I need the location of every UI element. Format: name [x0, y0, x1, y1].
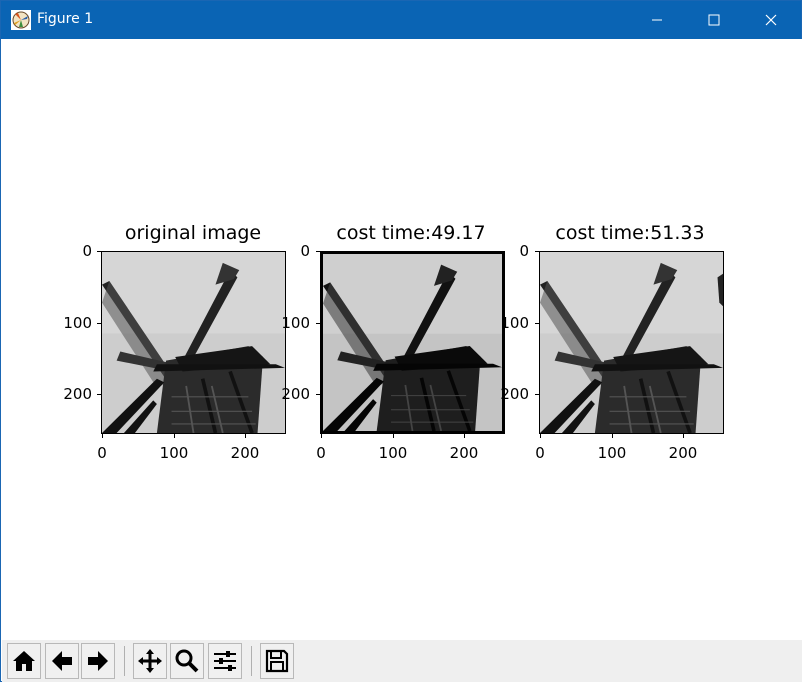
x-tick-label: 100 — [597, 444, 627, 462]
toolbar-separator — [251, 646, 252, 676]
maximize-icon — [708, 14, 720, 26]
y-tick — [316, 323, 320, 324]
y-tick-label: 0 — [300, 242, 310, 260]
y-tick — [316, 251, 320, 252]
y-tick — [535, 394, 539, 395]
x-tick-label: 100 — [159, 444, 189, 462]
y-tick-label: 200 — [63, 385, 92, 403]
figure-window: Figure 1 original image 0 100 200 0 100 … — [0, 0, 802, 682]
maximize-button[interactable] — [685, 1, 743, 39]
x-tick — [464, 434, 465, 438]
home-button[interactable] — [7, 643, 41, 679]
configure-subplots-button[interactable] — [208, 643, 242, 679]
navigation-toolbar — [2, 640, 802, 682]
home-icon — [13, 651, 35, 671]
x-tick — [540, 434, 541, 438]
y-tick — [97, 251, 101, 252]
windmill-image — [540, 252, 723, 433]
minimize-button[interactable] — [628, 1, 686, 39]
sliders-icon — [214, 651, 236, 671]
x-tick-label: 200 — [668, 444, 698, 462]
image-axes[interactable] — [320, 251, 505, 434]
close-button[interactable] — [742, 1, 800, 39]
title-bar[interactable]: Figure 1 — [1, 1, 801, 39]
y-tick-label: 0 — [519, 242, 529, 260]
x-tick — [321, 434, 322, 438]
x-tick-label: 200 — [230, 444, 260, 462]
window-title: Figure 1 — [37, 11, 94, 27]
x-tick — [102, 434, 103, 438]
x-tick — [174, 434, 175, 438]
x-tick — [612, 434, 613, 438]
image-axes[interactable] — [101, 251, 286, 434]
y-tick — [535, 323, 539, 324]
y-tick-label: 100 — [500, 314, 529, 332]
pan-button[interactable] — [133, 643, 167, 679]
forward-button[interactable] — [81, 643, 115, 679]
x-tick-label: 0 — [316, 444, 326, 462]
minimize-icon — [652, 19, 662, 21]
back-button[interactable] — [45, 643, 79, 679]
close-icon — [765, 14, 777, 26]
x-tick-label: 100 — [378, 444, 408, 462]
windmill-image — [323, 254, 502, 431]
y-tick — [535, 251, 539, 252]
y-tick-label: 100 — [63, 314, 92, 332]
figure-canvas[interactable]: original image 0 100 200 0 100 200 cost … — [2, 39, 802, 640]
y-tick-label: 0 — [82, 242, 92, 260]
x-tick — [683, 434, 684, 438]
subplot-title: original image — [124, 222, 262, 244]
y-tick-label: 100 — [281, 314, 310, 332]
y-tick-label: 200 — [281, 385, 310, 403]
zoom-icon — [175, 649, 199, 673]
x-tick-label: 200 — [449, 444, 479, 462]
y-tick — [97, 394, 101, 395]
image-axes[interactable] — [539, 251, 724, 434]
subplot-title: cost time:49.17 — [336, 222, 486, 244]
x-tick — [393, 434, 394, 438]
windmill-image — [102, 252, 285, 433]
x-tick-label: 0 — [97, 444, 107, 462]
zoom-button[interactable] — [170, 643, 204, 679]
y-tick-label: 200 — [500, 385, 529, 403]
matplotlib-figure-icon — [11, 10, 31, 30]
move-icon — [138, 649, 162, 673]
x-tick — [245, 434, 246, 438]
arrow-left-icon — [52, 651, 72, 671]
save-button[interactable] — [260, 643, 294, 679]
toolbar-separator — [124, 646, 125, 676]
y-tick — [97, 323, 101, 324]
x-tick-label: 0 — [535, 444, 545, 462]
save-icon — [265, 649, 289, 673]
arrow-right-icon — [88, 651, 108, 671]
subplot-title: cost time:51.33 — [555, 222, 705, 244]
y-tick — [316, 394, 320, 395]
